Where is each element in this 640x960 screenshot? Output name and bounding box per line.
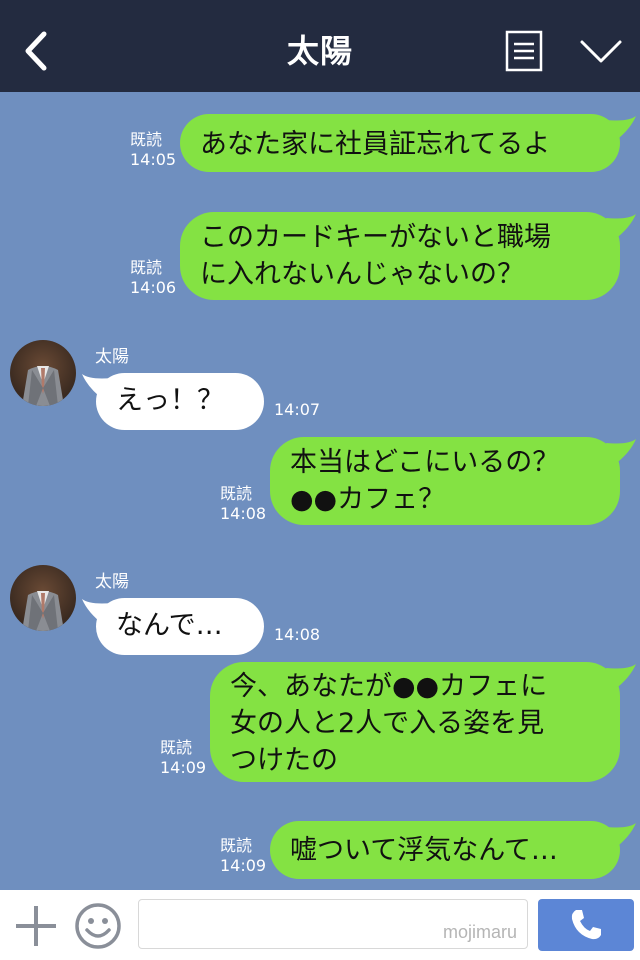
timestamp: 14:08 xyxy=(274,625,321,644)
bubble-tail xyxy=(606,214,636,240)
message-status: 既読 14:05 xyxy=(130,130,176,170)
phone-icon xyxy=(571,910,601,940)
message-list[interactable]: 既読 14:05 あなた家に社員証忘れてるよ 既読 14:06 このカードキーが… xyxy=(0,92,640,890)
timestamp: 14:09 xyxy=(220,856,267,875)
message-text: なんで… xyxy=(116,610,223,641)
message-text: 嘘ついて浮気なんて… xyxy=(290,835,558,866)
outgoing-message-bubble[interactable]: 本当はどこにいるの？ ●●カフェ？ xyxy=(270,437,620,525)
watermark: mojimaru xyxy=(442,922,517,942)
read-label: 既読 xyxy=(130,258,163,277)
read-label: 既読 xyxy=(160,738,193,757)
timestamp: 14:09 xyxy=(160,758,207,777)
message-text: 今、あなたが●●カフェに 女の人と2人で入る姿を見 つけたの xyxy=(230,671,548,776)
timestamp: 14:07 xyxy=(274,400,321,419)
outgoing-message-bubble[interactable]: このカードキーがないと職場 に入れないんじゃないの？ xyxy=(180,212,620,300)
bubble-tail xyxy=(606,439,636,465)
timestamp: 14:05 xyxy=(130,150,177,169)
read-label: 既読 xyxy=(220,836,253,855)
message-input[interactable]: mojimaru xyxy=(138,899,528,949)
sender-name: 太陽 xyxy=(95,347,129,367)
call-button[interactable] xyxy=(538,899,634,951)
incoming-message-bubble[interactable]: なんで… xyxy=(96,598,264,655)
chat-header: 太陽 xyxy=(0,0,640,92)
sender-name: 太陽 xyxy=(95,572,129,592)
avatar[interactable] xyxy=(10,340,76,406)
input-bar: mojimaru xyxy=(0,890,640,960)
timestamp: 14:06 xyxy=(130,278,177,297)
message-text: 本当はどこにいるの？ ●●カフェ？ xyxy=(290,447,560,515)
bubble-tail xyxy=(606,664,636,690)
message-status: 既読 14:08 xyxy=(220,484,266,524)
timestamp: 14:08 xyxy=(220,504,267,523)
emoji-icon[interactable] xyxy=(74,902,122,950)
suit-avatar-icon xyxy=(22,366,64,406)
outgoing-message-bubble[interactable]: あなた家に社員証忘れてるよ xyxy=(180,114,620,172)
bubble-tail xyxy=(606,116,636,142)
incoming-message-bubble[interactable]: えっ！？ xyxy=(96,373,264,430)
chat-title: 太陽 xyxy=(286,32,353,70)
outgoing-message-bubble[interactable]: 今、あなたが●●カフェに 女の人と2人で入る姿を見 つけたの xyxy=(210,662,620,782)
message-text: あなた家に社員証忘れてるよ xyxy=(200,129,551,160)
message-text: このカードキーがないと職場 に入れないんじゃないの？ xyxy=(200,222,551,290)
plus-icon[interactable] xyxy=(14,904,58,948)
message-status: 既読 14:06 xyxy=(130,258,176,298)
message-status: 既読 14:09 xyxy=(220,836,266,876)
avatar[interactable] xyxy=(10,565,76,631)
bubble-tail xyxy=(606,823,636,849)
chevron-down-icon[interactable] xyxy=(578,34,624,68)
message-text: えっ！？ xyxy=(116,385,224,416)
message-status: 既読 14:09 xyxy=(160,738,206,778)
menu-icon[interactable] xyxy=(505,30,543,72)
read-label: 既読 xyxy=(130,130,163,149)
suit-avatar-icon xyxy=(22,591,64,631)
read-label: 既読 xyxy=(220,484,253,503)
outgoing-message-bubble[interactable]: 嘘ついて浮気なんて… xyxy=(270,821,620,879)
